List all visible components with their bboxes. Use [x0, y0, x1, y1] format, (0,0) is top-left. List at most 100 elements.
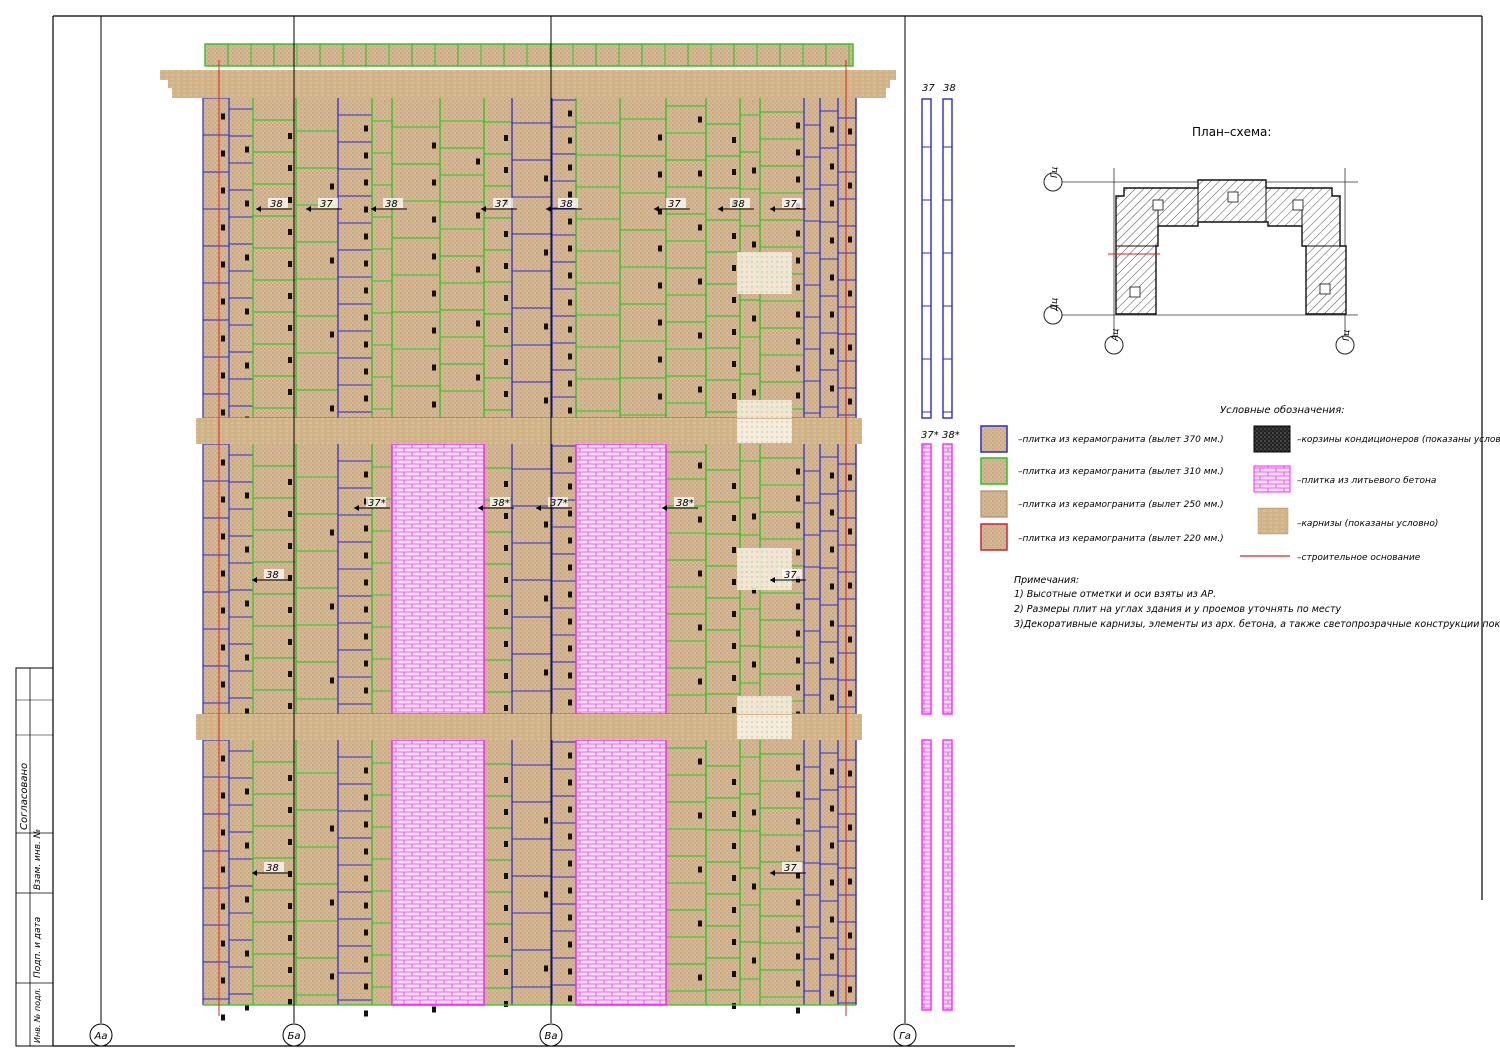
tile-size-tag: [568, 407, 572, 414]
light-panel-insert: [737, 715, 792, 739]
legend-swatch-ac-baskets: [1253, 425, 1291, 453]
tile-size-tag: [830, 768, 834, 775]
tile-size-tag: [658, 134, 662, 141]
tile-size-tag: [288, 575, 292, 581]
tile-size-tag: [568, 672, 572, 679]
tile-size-tag: [796, 549, 800, 556]
stamp-cell-replace: Взам. инв. №: [33, 829, 43, 890]
tile-size-tag: [288, 935, 292, 941]
tile-size-tag: [221, 866, 225, 873]
tile-size-tag: [504, 777, 508, 783]
tile-size-tag: [364, 902, 368, 909]
tile-size-tag: [796, 468, 800, 475]
tile-size-tag: [796, 1007, 800, 1014]
tile-size-tag: [364, 314, 368, 321]
tile-size-tag: [288, 775, 292, 781]
tile-size-tag: [698, 332, 702, 339]
tile-size-tag: [830, 879, 834, 886]
tile-size-tag: [364, 767, 368, 774]
tile-size-tag: [432, 253, 436, 260]
tile-size-tag: [221, 496, 225, 503]
elevation-mark: 37: [320, 199, 333, 210]
facade-tile-field: [203, 740, 856, 1005]
tile-size-tag: [476, 266, 480, 273]
legend-swatch-250: [980, 490, 1008, 518]
tile-size-tag: [698, 974, 702, 981]
tile-size-tag: [796, 284, 800, 291]
tile-size-tag: [732, 329, 736, 335]
tile-size-tag: [830, 546, 834, 553]
tile-size-tag: [432, 327, 436, 334]
tile-size-tag: [476, 158, 480, 165]
tile-size-tag: [330, 973, 334, 980]
tile-size-tag: [288, 293, 292, 299]
stamp-cell-inventory: Инв. № подл.: [33, 988, 42, 1043]
tile-size-tag: [830, 583, 834, 590]
facade-elevation: 38 37 38 37 38 37 38 37 37* 38* 37* 38* 38 37 38 37: [160, 43, 896, 1021]
tile-size-tag: [732, 675, 736, 681]
tile-size-tag: [796, 926, 800, 933]
tile-size-tag: [848, 474, 852, 481]
elevation-mark: 37: [784, 863, 797, 874]
side-column-strip: [942, 739, 953, 1011]
tile-size-tag: [288, 639, 292, 645]
notes: Примечания: 1) Высотные отметки и оси вз…: [1014, 575, 1500, 630]
tile-size-tag: [245, 146, 249, 153]
tile-size-tag: [221, 1014, 225, 1021]
tile-size-tag: [568, 272, 572, 279]
tile-size-tag: [288, 389, 292, 395]
tile-size-tag: [568, 456, 572, 463]
tile-size-tag: [476, 212, 480, 219]
tile-size-tag: [364, 660, 368, 667]
tile-size-tag: [568, 699, 572, 706]
tile-size-tag: [830, 509, 834, 516]
tile-size-tag: [732, 875, 736, 881]
tile-size-tag: [568, 645, 572, 652]
tile-size-tag: [221, 644, 225, 651]
tile-size-tag: [848, 236, 852, 243]
tile-size-tag: [830, 657, 834, 664]
tile-size-tag: [245, 200, 249, 207]
tile-size-tag: [732, 515, 736, 521]
tile-size-tag: [544, 817, 548, 824]
tile-size-tag: [796, 392, 800, 399]
tile-size-tag: [568, 941, 572, 948]
tile-size-tag: [752, 661, 756, 668]
tile-size-tag: [221, 335, 225, 342]
tile-size-tag: [330, 899, 334, 906]
tile-size-tag: [830, 274, 834, 281]
tile-size-tag: [245, 362, 249, 369]
side-column-strip: [921, 739, 932, 1011]
tile-size-tag: [504, 135, 508, 141]
tile-size-tag: [221, 224, 225, 231]
legend-item-cast-concrete: –плитка из литьевого бетона: [1297, 476, 1436, 486]
tile-size-tag: [221, 150, 225, 157]
tile-size-tag: [432, 216, 436, 223]
tile-size-tag: [245, 654, 249, 661]
light-panel-insert: [737, 400, 792, 418]
tile-size-tag: [364, 1010, 368, 1017]
tile-size-tag: [732, 393, 736, 399]
tile-size-tag: [288, 325, 292, 331]
tile-size-tag: [364, 794, 368, 801]
facade-drawing-sheet: Согласовано Взам. инв. № Подп. и дата Ин…: [15, 15, 1500, 1047]
tile-size-tag: [796, 845, 800, 852]
tile-size-tag: [221, 607, 225, 614]
legend-swatch-310: [980, 457, 1008, 485]
tile-size-tag: [221, 792, 225, 799]
tile-size-tag: [288, 357, 292, 363]
tile-size-tag: [796, 953, 800, 960]
legend-swatch-220: [980, 523, 1008, 551]
tile-size-tag: [658, 319, 662, 326]
tile-size-tag: [364, 579, 368, 586]
axis-label: Аа: [94, 1031, 108, 1042]
tile-size-tag: [364, 125, 368, 132]
tile-size-tag: [245, 842, 249, 849]
tile-size-tag: [732, 579, 736, 585]
side-label-37-star: 37*: [921, 430, 939, 441]
tile-size-tag: [544, 965, 548, 972]
elevation-mark: 38: [732, 199, 745, 210]
tile-size-tag: [364, 233, 368, 240]
tile-size-tag: [568, 137, 572, 144]
tile-size-tag: [544, 323, 548, 330]
